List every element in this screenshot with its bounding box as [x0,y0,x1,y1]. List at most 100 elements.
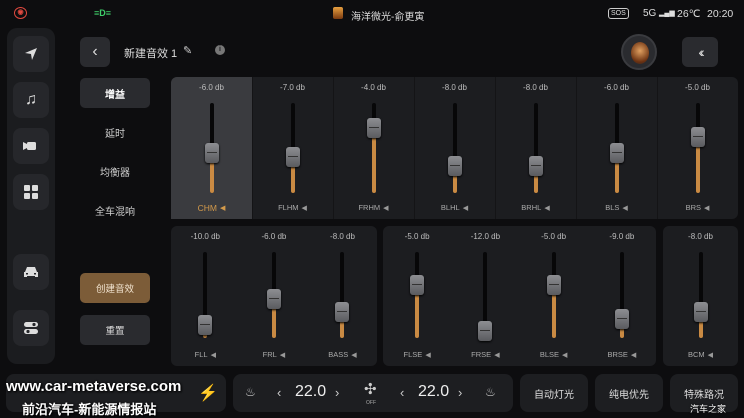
channel-blse[interactable]: -5.0 db BLSE ◀ [520,226,588,366]
slider-knob[interactable] [285,147,300,167]
seat-heat-left-icon[interactable]: ♨ [245,385,256,399]
slider-track[interactable] [533,103,538,193]
signal-icon: ▂▄▆ [659,10,675,17]
menu-gain[interactable]: 增益 [80,78,150,108]
auto-light-button[interactable]: 自动灯光 [520,374,588,412]
seat-heat-right-icon[interactable]: ♨ [485,385,496,399]
channel-fll[interactable]: -10.0 db FLL ◀ [171,226,240,366]
album-art-icon [631,42,649,64]
channel-label: FRSE [471,350,492,359]
back-button[interactable]: ‹ [80,37,110,67]
controls-button[interactable] [13,310,49,346]
channel-frl[interactable]: -6.0 db FRL ◀ [240,226,309,366]
slider-knob[interactable] [266,289,281,310]
slider-knob[interactable] [198,315,213,336]
speaker-icon: ◀ [707,351,714,359]
menu-equalizer[interactable]: 均衡器 [80,156,150,186]
channel-label-row: BRSE ◀ [588,350,656,359]
energy-card[interactable]: ⚡ [6,374,226,412]
channel-brse[interactable]: -9.0 db BRSE ◀ [588,226,656,366]
slider-track[interactable] [340,252,345,338]
edit-pencil-icon[interactable]: ✎ [183,44,192,57]
slider-knob[interactable] [478,321,493,342]
slider-knob[interactable] [366,118,381,139]
music-button[interactable]: ♫ [13,82,49,118]
channel-label-row: FLL ◀ [171,350,240,359]
slider-knob[interactable] [447,156,462,176]
slider-knob[interactable] [609,142,624,163]
sos-badge[interactable]: SOS [608,8,629,19]
channel-flse[interactable]: -5.0 db FLSE ◀ [383,226,451,366]
nav-button[interactable] [13,36,49,72]
channel-db-value: -8.0 db [688,232,713,241]
lightning-icon: ⚡ [198,385,218,402]
slider-track[interactable] [695,103,700,193]
channel-blhl[interactable]: -8.0 db BLHL ◀ [414,77,495,219]
reset-button[interactable]: 重置 [80,315,150,345]
apps-button[interactable] [13,174,49,210]
channel-label-row: FRSE ◀ [451,350,519,359]
channel-label: FLL [194,350,208,359]
slider-track[interactable] [551,252,556,338]
speaker-icon: ◀ [219,205,226,212]
gain-panel-middle: -5.0 db FLSE ◀ -12.0 db FRSE ◀ -5.0 db BLSE ◀ -9.… [383,226,656,366]
speaker-icon: ◀ [544,204,550,212]
music-note-icon: ♫ [25,91,37,108]
channel-label-row: BRHL ◀ [495,203,576,212]
channel-db-value: -10.0 db [190,232,220,241]
channel-label: FRL [262,350,277,359]
profile-avatar[interactable] [621,34,657,70]
gain-panel-top: -6.0 db CHM ◀ -7.0 db FLHM ◀ -4.0 db FRHM ◀ -8.0 … [171,77,738,219]
channel-chm[interactable]: -6.0 db CHM ◀ [171,77,252,219]
speaker-icon: ◀ [630,351,637,359]
speaker-icon: ◀ [494,351,500,359]
slider-track[interactable] [415,252,420,338]
speaker-icon: ◀ [622,204,628,212]
collapse-button[interactable]: ‹‹ [682,37,718,67]
car-icon [24,267,38,277]
slider-knob[interactable] [693,302,708,323]
temp-right-decrease[interactable]: ‹ [400,385,404,400]
channel-frhm[interactable]: -4.0 db FRHM ◀ [333,77,414,219]
fan-icon[interactable]: ✣ [364,380,377,398]
slider-track[interactable] [452,103,457,193]
double-chevron-left-icon: ‹‹ [698,44,705,60]
channel-flhm[interactable]: -7.0 db FLHM ◀ [252,77,333,219]
channel-frse[interactable]: -12.0 db FRSE ◀ [451,226,519,366]
temp-left-increase[interactable]: › [335,385,339,400]
page-title: 新建音效 1 [124,48,178,60]
toggle-settings-icon [24,322,38,334]
channel-bls[interactable]: -6.0 db BLS ◀ [576,77,657,219]
channel-brhl[interactable]: -8.0 db BRHL ◀ [495,77,576,219]
slider-knob[interactable] [690,127,705,148]
video-button[interactable] [13,128,49,164]
temp-right-increase[interactable]: › [458,385,462,400]
channel-bcm[interactable]: -8.0 db BCM ◀ [663,226,738,366]
channel-brs[interactable]: -5.0 db BRS ◀ [657,77,738,219]
channel-bass[interactable]: -8.0 db BASS ◀ [308,226,377,366]
channel-label: FLHM [278,203,299,212]
create-effect-button[interactable]: 创建音效 [80,273,150,303]
speaker-icon: ◀ [704,204,710,212]
temp-left-decrease[interactable]: ‹ [277,385,281,400]
menu-delay[interactable]: 延时 [80,117,150,147]
now-playing-text[interactable]: 海洋微光-俞更寅 [351,8,424,23]
slider-knob[interactable] [614,309,629,330]
video-camera-icon [23,142,36,150]
channel-divider [495,77,496,219]
album-art-icon[interactable] [333,7,343,19]
ev-priority-button[interactable]: 纯电优先 [595,374,663,412]
gain-panel-left: -10.0 db FLL ◀ -6.0 db FRL ◀ -8.0 db BASS ◀ [171,226,377,366]
slider-knob[interactable] [410,274,425,295]
info-icon[interactable]: i [215,45,225,55]
slider-knob[interactable] [546,274,561,295]
slider-knob[interactable] [204,142,219,163]
slider-track[interactable] [698,252,703,338]
status-bar: ◉ ≡D≡ 海洋微光-俞更寅 SOS 5G ▂▄▆ 26℃ 20:20 [0,0,744,26]
channel-label: BLHL [440,203,460,212]
menu-reverb[interactable]: 全车混响 [80,195,150,225]
slider-knob[interactable] [335,302,350,323]
slider-knob[interactable] [528,156,543,176]
slider-track[interactable] [371,103,376,193]
vehicle-button[interactable] [13,254,49,290]
